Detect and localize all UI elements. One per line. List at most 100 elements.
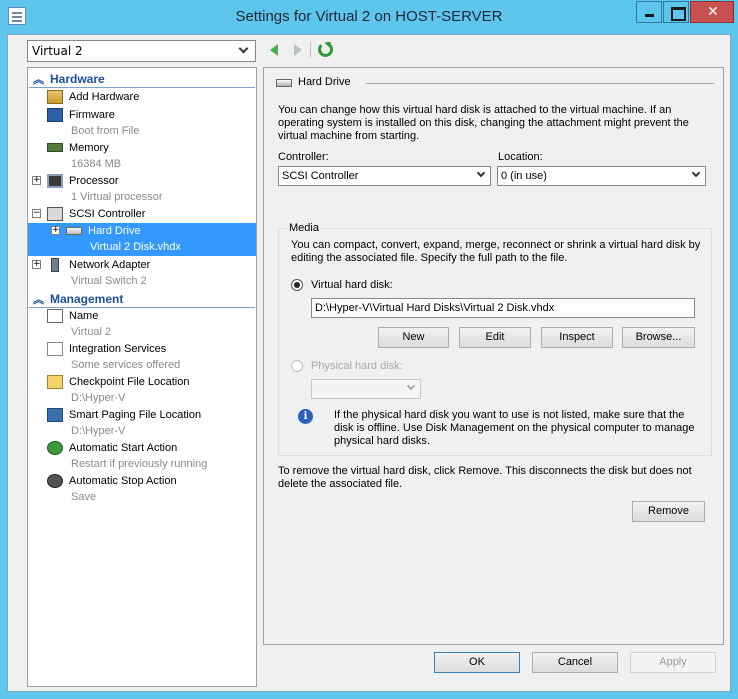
tree-item-network-adapter[interactable]: + Network Adapter Virtual Switch 2 (28, 257, 256, 290)
tree-item-label: SCSI Controller (69, 208, 146, 220)
tree-item-automatic-stop-action[interactable]: Automatic Stop Action Save (28, 473, 256, 506)
physical-hard-disk-radio[interactable] (291, 360, 303, 372)
memory-icon (47, 143, 63, 152)
physical-disk-select[interactable] (311, 379, 421, 399)
tree-item-label: Hard Drive (88, 225, 141, 237)
tree-item-scsi-controller[interactable]: − SCSI Controller (28, 206, 256, 224)
tree-item-detail: Boot from File (71, 125, 140, 137)
tree-item-name[interactable]: Name Virtual 2 (28, 308, 256, 341)
tree-item-detail: Virtual 2 (71, 326, 112, 338)
tree-item-firmware[interactable]: Firmware Boot from File (28, 107, 256, 140)
toolbar-separator (310, 42, 311, 58)
expand-icon[interactable]: + (32, 260, 41, 269)
tree-item-detail: 1 Virtual processor (71, 191, 163, 203)
maximize-button[interactable] (663, 1, 689, 23)
controller-label: Controller: (278, 151, 329, 163)
tree-item-hard-drive[interactable]: + Hard Drive Virtual 2 Disk.vhdx (28, 223, 256, 256)
name-icon (47, 309, 63, 323)
ok-button[interactable]: OK (434, 652, 520, 673)
scsi-controller-icon (47, 207, 63, 221)
virtual-hard-disk-radio[interactable] (291, 279, 303, 291)
cancel-button[interactable]: Cancel (532, 652, 618, 673)
expand-icon[interactable]: + (32, 176, 41, 185)
location-select[interactable]: 0 (in use) (497, 166, 706, 186)
vm-select-value: Virtual 2 (32, 44, 83, 58)
collapse-section-icon[interactable]: ︽ (33, 291, 44, 307)
remove-button[interactable]: Remove (632, 501, 705, 522)
title-bar[interactable]: Settings for Virtual 2 on HOST-SERVER (0, 0, 738, 34)
refresh-icon[interactable] (318, 42, 333, 57)
controller-select[interactable]: SCSI Controller (278, 166, 491, 186)
management-section-header[interactable]: ︽ Management (29, 290, 255, 308)
tree-item-label: Add Hardware (69, 91, 140, 103)
tree-item-label: Automatic Stop Action (69, 475, 177, 487)
tree-item-label: Checkpoint File Location (69, 376, 190, 388)
tree-item-label: Name (69, 310, 99, 322)
remove-instructions: To remove the virtual hard disk, click R… (278, 465, 692, 490)
media-description: You can compact, convert, expand, merge,… (291, 239, 701, 264)
back-arrow-icon[interactable] (270, 44, 278, 56)
panel-title: Hard Drive (298, 76, 351, 88)
info-text: If the physical hard disk you want to us… (334, 409, 695, 447)
panel-header: Hard Drive (276, 76, 716, 92)
tree-item-label: Processor (69, 175, 119, 187)
tree-item-detail: Virtual 2 Disk.vhdx (90, 241, 181, 253)
integration-services-icon (47, 342, 63, 356)
section-rule (29, 87, 255, 88)
automatic-stop-icon (47, 474, 63, 488)
controller-value: SCSI Controller (282, 170, 359, 182)
hardware-section-header[interactable]: ︽ Hardware (29, 70, 255, 88)
tree-item-integration-services[interactable]: Integration Services Some services offer… (28, 341, 256, 374)
close-button[interactable] (690, 1, 735, 23)
media-legend: Media (287, 222, 321, 234)
info-icon: i (298, 409, 313, 424)
tree-item-detail: Save (71, 491, 97, 503)
smart-paging-icon (47, 408, 63, 422)
minimize-button[interactable] (636, 1, 662, 23)
window-title: Settings for Virtual 2 on HOST-SERVER (235, 8, 503, 25)
location-label: Location: (498, 151, 543, 163)
hard-drive-settings-panel: Hard Drive You can change how this virtu… (263, 67, 724, 645)
management-header-label: Management (50, 292, 124, 306)
settings-tree[interactable]: ︽ Hardware Add Hardware Firmware Boot fr… (27, 67, 257, 687)
apply-button[interactable]: Apply (630, 652, 716, 673)
collapse-section-icon[interactable]: ︽ (33, 71, 44, 87)
tree-item-label: Memory (69, 142, 109, 154)
edit-button[interactable]: Edit (459, 327, 531, 348)
vm-select[interactable]: Virtual 2 (27, 40, 256, 62)
processor-icon (47, 174, 63, 188)
tree-item-processor[interactable]: + Processor 1 Virtual processor (28, 173, 256, 206)
tree-item-memory[interactable]: Memory 16384 MB (28, 140, 256, 173)
collapse-icon[interactable]: − (32, 209, 41, 218)
new-button[interactable]: New (378, 327, 449, 348)
dialog-body: Virtual 2 ︽ Hardware Add Hardware Firmwa… (7, 34, 731, 692)
tree-item-checkpoint-file-location[interactable]: Checkpoint File Location D:\Hyper-V (28, 374, 256, 407)
inspect-button[interactable]: Inspect (541, 327, 613, 348)
intro-text: You can change how this virtual hard dis… (278, 104, 689, 142)
tree-item-label: Network Adapter (69, 259, 151, 271)
tree-item-label: Smart Paging File Location (69, 409, 202, 421)
tree-item-automatic-start-action[interactable]: Automatic Start Action Restart if previo… (28, 440, 256, 473)
vhd-path-input[interactable]: D:\Hyper-V\Virtual Hard Disks\Virtual 2 … (311, 298, 695, 318)
hard-drive-icon (276, 79, 292, 87)
location-value: 0 (in use) (501, 170, 547, 182)
automatic-start-icon (47, 441, 63, 455)
tree-item-label: Integration Services (69, 343, 167, 355)
tree-item-smart-paging-file-location[interactable]: Smart Paging File Location D:\Hyper-V (28, 407, 256, 440)
vhd-path-value: D:\Hyper-V\Virtual Hard Disks\Virtual 2 … (315, 302, 555, 314)
chevron-down-icon (238, 43, 249, 54)
tree-item-detail: D:\Hyper-V (71, 425, 126, 437)
tree-item-detail: Restart if previously running (71, 458, 208, 470)
browse-button[interactable]: Browse... (622, 327, 695, 348)
tree-item-label: Firmware (69, 109, 115, 121)
firmware-icon (47, 108, 63, 122)
forward-arrow-icon[interactable] (294, 44, 302, 56)
tree-item-detail: Virtual Switch 2 (71, 275, 147, 287)
header-rule (366, 83, 714, 84)
chevron-down-icon (476, 168, 486, 178)
tree-item-detail: Some services offered (71, 359, 181, 371)
tree-item-detail: D:\Hyper-V (71, 392, 126, 404)
hard-drive-icon (66, 227, 82, 235)
add-hardware-icon (47, 90, 63, 104)
expand-icon[interactable]: + (51, 226, 60, 235)
